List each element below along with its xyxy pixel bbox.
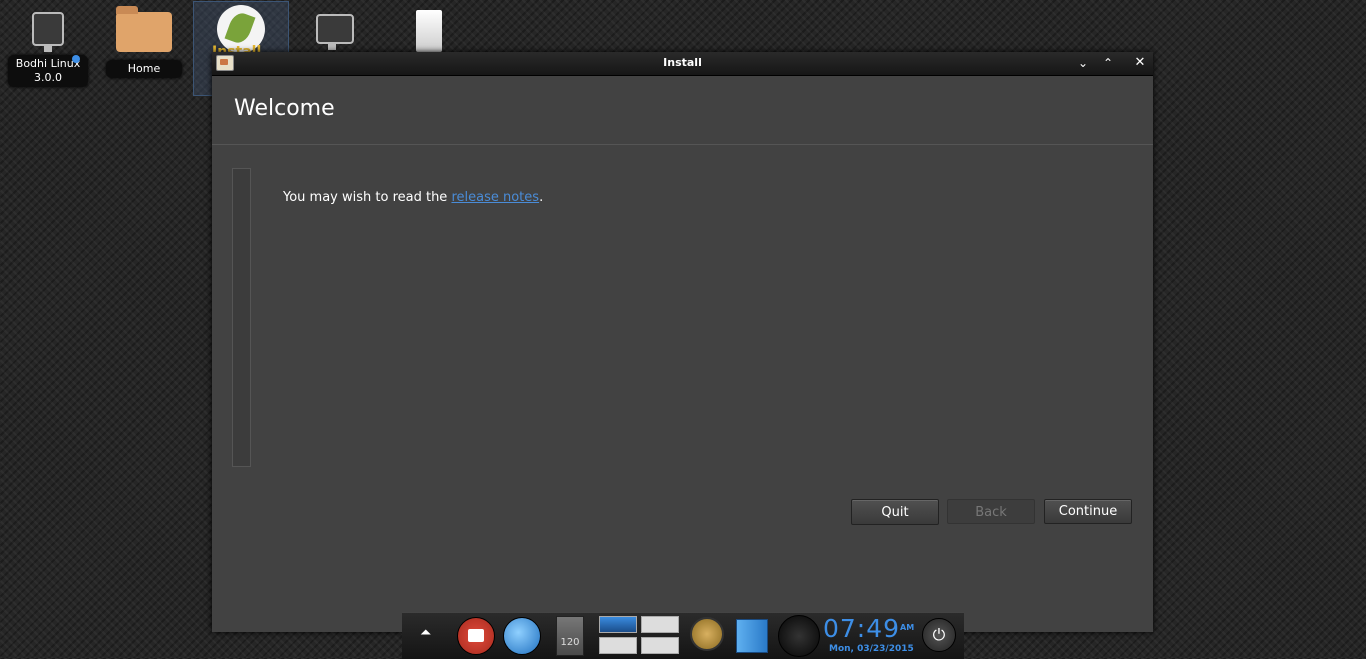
desktop-pager-3[interactable] bbox=[599, 637, 637, 654]
continue-button[interactable]: Continue bbox=[1044, 499, 1132, 524]
file-manager-icon[interactable] bbox=[457, 617, 495, 655]
page-header: Welcome bbox=[212, 76, 1153, 145]
battery-icon[interactable] bbox=[736, 619, 768, 653]
clock-time: 07:49 bbox=[823, 614, 901, 643]
status-dot-icon bbox=[72, 55, 80, 63]
desktop-icon-label: Home bbox=[106, 60, 182, 78]
web-browser-icon[interactable] bbox=[503, 617, 541, 655]
close-button[interactable]: ✕ bbox=[1131, 55, 1149, 71]
release-notes-link[interactable]: release notes bbox=[451, 190, 539, 205]
network-plug-icon[interactable] bbox=[690, 617, 724, 651]
dock: ⏶ 120 07:49 AM Mon, 03/23/2015 ⏻ bbox=[402, 612, 964, 659]
desktop-icon-home[interactable]: Home bbox=[98, 6, 190, 78]
welcome-message: You may wish to read the release notes. bbox=[283, 190, 543, 205]
message-text: You may wish to read the bbox=[283, 190, 452, 205]
desktop-pager-1[interactable] bbox=[599, 616, 637, 633]
dock-expand-icon[interactable]: ⏶ bbox=[420, 625, 431, 641]
quit-button[interactable]: Quit bbox=[851, 499, 939, 525]
maximize-button[interactable]: ⌃ bbox=[1099, 55, 1117, 71]
message-suffix: . bbox=[539, 190, 544, 205]
clock-date: Mon, 03/23/2015 bbox=[829, 644, 914, 654]
clock-ampm: AM bbox=[900, 623, 915, 632]
window-title: Install bbox=[663, 56, 702, 69]
desktop-icon-bodhi-linux[interactable]: Bodhi Linux 3.0.0 bbox=[2, 12, 94, 87]
computer-icon bbox=[32, 12, 64, 52]
power-icon[interactable]: ⏻ bbox=[922, 618, 956, 652]
back-button[interactable]: Back bbox=[947, 499, 1035, 524]
page-title: Welcome bbox=[234, 96, 335, 121]
desktop-icon-monitor[interactable] bbox=[289, 14, 381, 50]
minimize-button[interactable]: ⌄ bbox=[1074, 55, 1092, 71]
desktop-pager-2[interactable] bbox=[641, 616, 679, 633]
install-window: Install ⌄ ⌃ ✕ Welcome You may wish to re… bbox=[212, 52, 1153, 632]
home-folder-icon bbox=[116, 6, 172, 52]
counter-badge: 120 bbox=[560, 637, 580, 648]
window-titlebar[interactable]: Install ⌄ ⌃ ✕ bbox=[212, 52, 1153, 76]
desktop-pager-4[interactable] bbox=[641, 637, 679, 654]
mixer-knob-icon[interactable] bbox=[778, 615, 820, 657]
desktop-icon-stack[interactable] bbox=[383, 2, 475, 52]
monitor-icon bbox=[316, 14, 354, 50]
stack-icon bbox=[416, 10, 442, 52]
side-panel bbox=[232, 168, 251, 467]
counter-widget-icon[interactable]: 120 bbox=[556, 616, 584, 656]
